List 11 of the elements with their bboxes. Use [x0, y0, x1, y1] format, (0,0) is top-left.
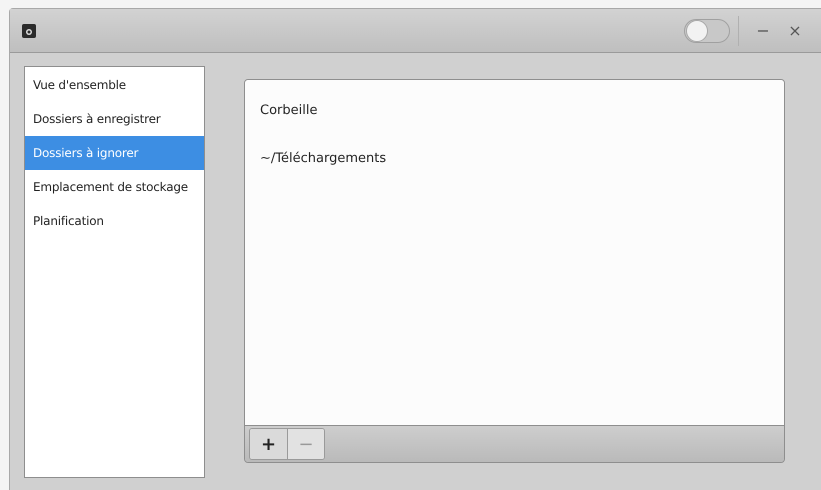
sidebar-item[interactable]: Emplacement de stockage [25, 170, 204, 204]
toggle-switch[interactable] [684, 18, 730, 42]
folder-item[interactable]: Corbeille [245, 87, 784, 135]
sidebar-item[interactable]: Dossiers à enregistrer [25, 102, 204, 136]
close-button[interactable]: × [781, 18, 809, 42]
minimize-button[interactable]: − [749, 18, 777, 42]
folder-item[interactable]: ~/Téléchargements [245, 135, 784, 183]
sidebar-item[interactable]: Vue d'ensemble [25, 68, 204, 102]
sidebar-item[interactable]: Planification [25, 204, 204, 238]
camera-icon [22, 24, 36, 38]
add-button[interactable]: + [250, 429, 287, 459]
